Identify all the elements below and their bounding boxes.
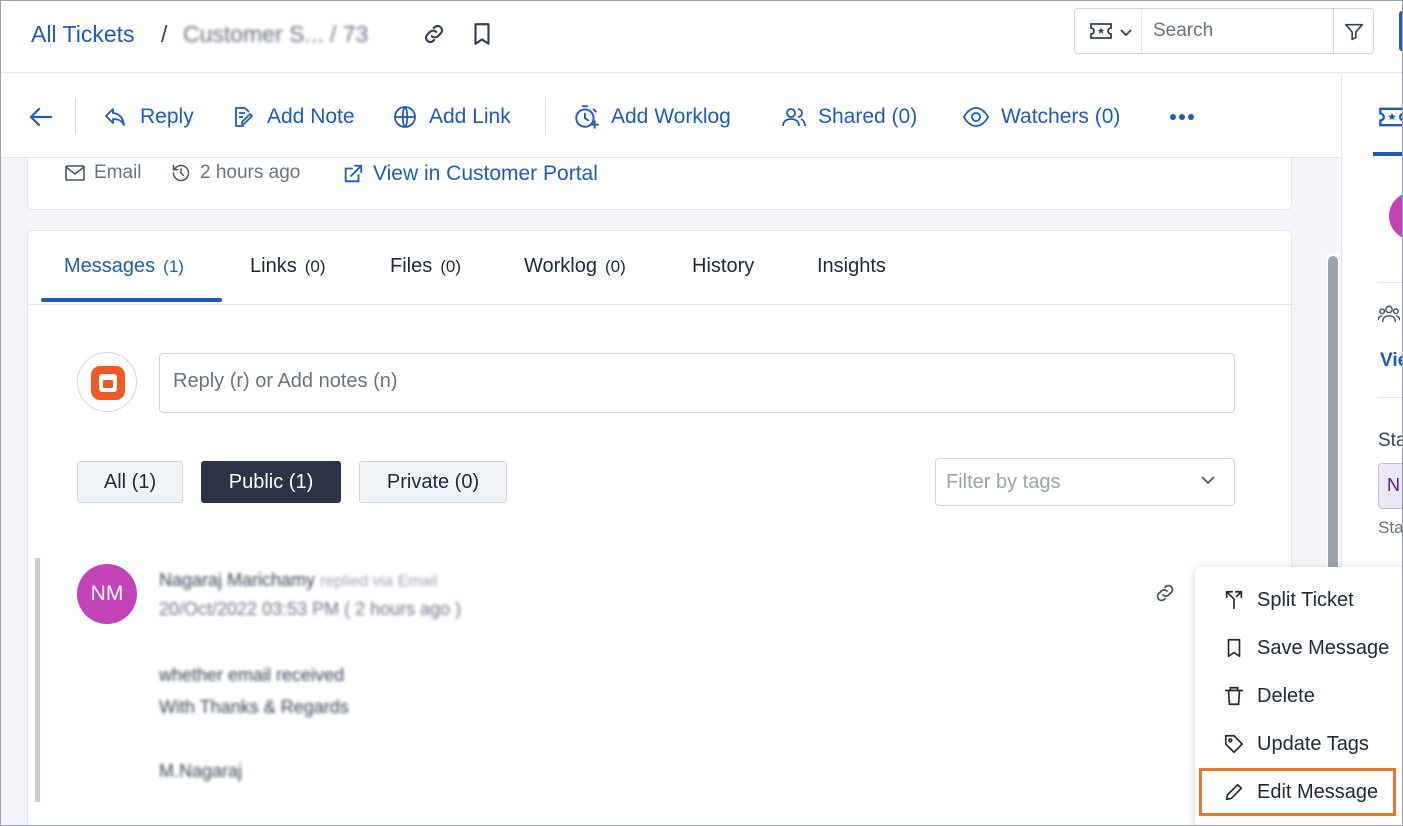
search-divider (1333, 9, 1334, 53)
save-message-menu-item[interactable]: Save Message (1195, 624, 1402, 672)
filter-icon[interactable] (1343, 21, 1365, 48)
search-input[interactable]: Search (1153, 20, 1213, 42)
message-link-icon[interactable] (1153, 581, 1177, 610)
active-tab-indicator (41, 298, 222, 302)
company-logo-icon (91, 366, 125, 400)
message-accent-bar (35, 558, 40, 802)
search-divider (1141, 9, 1142, 53)
shared-label: Shared (0) (818, 105, 918, 128)
avatar (1389, 192, 1402, 240)
chevron-down-icon (1201, 476, 1215, 485)
add-note-button[interactable]: Add Note (231, 102, 355, 132)
reply-input[interactable]: Reply (r) or Add notes (n) (159, 353, 1235, 413)
filter-public-chip[interactable]: Public (1) (201, 461, 341, 503)
edit-message-menu-item[interactable]: Edit Message (1199, 768, 1396, 816)
tab-messages[interactable]: Messages (1) (64, 255, 184, 278)
toolbar-divider (75, 98, 76, 134)
action-toolbar: Reply Add Note Add Link Add Worklog Shar… (1, 74, 1341, 158)
shared-button[interactable]: Shared (0) (782, 102, 917, 132)
bookmark-icon[interactable] (469, 21, 495, 47)
breadcrumb-separator: / (161, 21, 168, 47)
view-link[interactable]: Vie (1380, 350, 1402, 372)
pencil-icon (1225, 783, 1243, 801)
tab-links[interactable]: Links (0) (250, 255, 325, 278)
app-window: All Tickets / Customer S... / 73 Search (0, 0, 1403, 826)
tag-filter-dropdown[interactable]: Filter by tags (935, 458, 1235, 506)
message-signature: M.Nagaraj (159, 761, 243, 781)
trash-icon (1224, 686, 1244, 706)
divider (1378, 282, 1402, 283)
view-portal-link[interactable]: View in Customer Portal (342, 162, 598, 186)
conversation-card: Messages (1) Links (0) Files (0) Worklog (0)… (27, 230, 1292, 825)
add-link-button[interactable]: Add Link (393, 102, 511, 132)
toolbar-divider (545, 98, 546, 134)
global-search[interactable]: Search (1074, 8, 1374, 54)
external-link-icon (344, 164, 363, 183)
tab-bar: Messages (1) Links (0) Files (0) Worklog (0)… (28, 231, 1291, 305)
filter-private-chip[interactable]: Private (0) (359, 461, 507, 503)
split-icon (1225, 590, 1243, 610)
more-options-icon[interactable] (1169, 102, 1195, 132)
message-author: Nagaraj Marichamy replied via Email (159, 570, 438, 590)
add-link-label: Add Link (429, 105, 511, 128)
ticket-icon[interactable] (1089, 22, 1113, 45)
tag-icon (1224, 734, 1244, 754)
profile-button[interactable] (1399, 11, 1402, 51)
agent-avatar (77, 352, 137, 412)
active-tab-indicator (1373, 152, 1402, 156)
message-body-line: whether email received (159, 665, 345, 685)
status-sublabel: Sta (1378, 518, 1403, 537)
time-text: 2 hours ago (200, 162, 301, 183)
reply-label: Reply (140, 105, 194, 128)
watchers-button[interactable]: Watchers (0) (963, 102, 1120, 132)
ticket-details-tab-icon[interactable] (1378, 106, 1402, 133)
breadcrumb-all-tickets[interactable]: All Tickets (31, 21, 135, 48)
add-worklog-button[interactable]: Add Worklog (573, 102, 731, 132)
delete-menu-item[interactable]: Delete (1195, 672, 1402, 720)
top-header: All Tickets / Customer S... / 73 Search (1, 1, 1402, 73)
copy-link-icon[interactable] (421, 21, 447, 47)
mail-icon (65, 165, 85, 181)
breadcrumb-ticket[interactable]: Customer S... / 73 (183, 21, 368, 48)
split-ticket-menu-item[interactable]: Split Ticket (1195, 576, 1402, 624)
portal-link-text: View in Customer Portal (373, 162, 598, 185)
message-context-menu: Split Ticket Save Message Delete Update … (1195, 567, 1402, 825)
source-text: Email (94, 162, 142, 183)
filter-all-chip[interactable]: All (1) (77, 461, 183, 503)
author-avatar: NM (77, 564, 137, 624)
chevron-down-icon[interactable] (1119, 25, 1133, 43)
status-badge[interactable]: N (1378, 463, 1402, 509)
back-arrow-icon[interactable] (29, 102, 53, 132)
bookmark-icon (1227, 638, 1241, 658)
status-label: Sta (1378, 430, 1402, 451)
tab-insights[interactable]: Insights (817, 255, 886, 278)
source-info: Email (65, 162, 142, 184)
add-worklog-label: Add Worklog (611, 105, 731, 128)
time-info: 2 hours ago (171, 162, 300, 184)
message-timestamp: 20/Oct/2022 03:53 PM ( 2 hours ago ) (159, 599, 462, 619)
update-tags-menu-item[interactable]: Update Tags (1195, 720, 1402, 768)
tag-filter-placeholder: Filter by tags (946, 471, 1061, 493)
add-note-label: Add Note (267, 105, 355, 128)
tab-history[interactable]: History (692, 255, 754, 278)
users-icon (1377, 304, 1401, 329)
reply-button[interactable]: Reply (102, 102, 194, 132)
history-icon (172, 164, 190, 182)
watchers-label: Watchers (0) (1001, 105, 1121, 128)
tab-worklog[interactable]: Worklog (0) (524, 255, 626, 278)
ticket-info-card: Email 2 hours ago View in Customer Porta… (27, 158, 1292, 210)
divider (1378, 397, 1402, 398)
message-body-line: With Thanks & Regards (159, 697, 349, 717)
tab-files[interactable]: Files (0) (390, 255, 461, 278)
